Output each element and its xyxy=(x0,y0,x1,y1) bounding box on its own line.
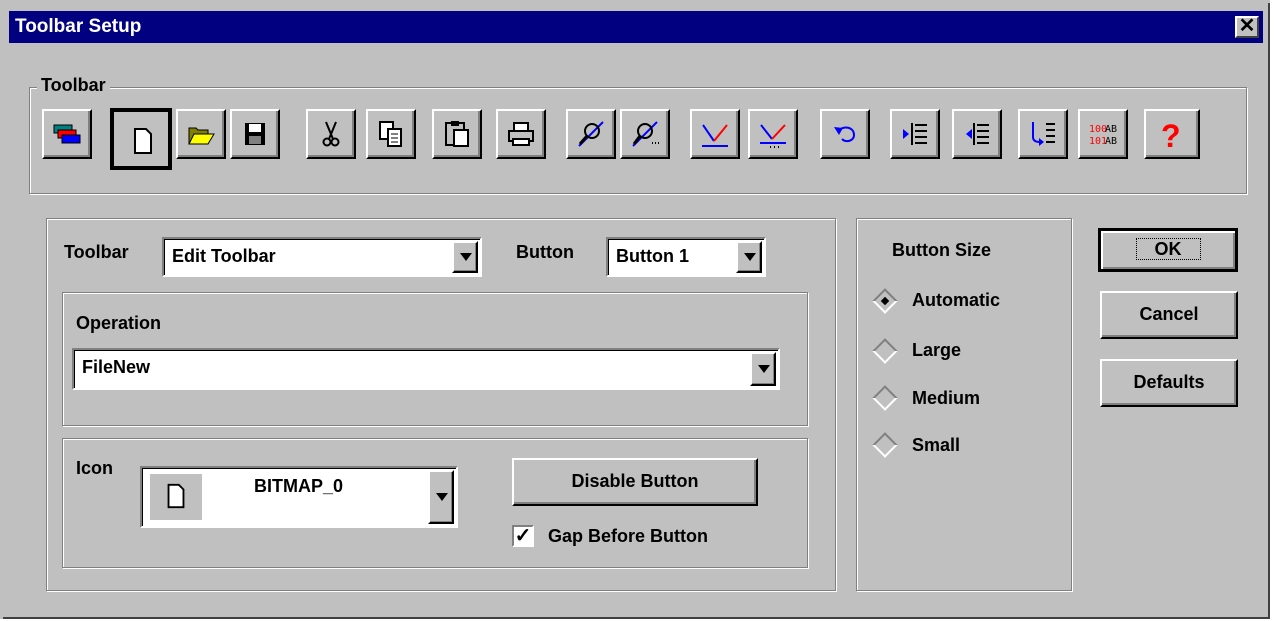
toolbar-button-connect[interactable] xyxy=(690,109,740,159)
file-save-icon xyxy=(245,123,265,145)
defaults-button[interactable]: Defaults xyxy=(1100,359,1238,407)
toolbar-button-file-new[interactable] xyxy=(110,108,172,170)
button-select-label: Button xyxy=(516,242,574,262)
cancel-button-label: Cancel xyxy=(1139,304,1199,324)
close-icon: ✕ xyxy=(1238,15,1256,37)
toolbar-button-zoom-more[interactable] xyxy=(620,109,670,159)
zoom-icon xyxy=(578,121,604,147)
file-new-icon xyxy=(167,483,185,509)
chevron-down-icon[interactable] xyxy=(428,470,454,524)
toolbar-button-file-open[interactable] xyxy=(176,109,226,159)
toolbar-button-print[interactable] xyxy=(496,109,546,159)
toolbar-select-label: Toolbar xyxy=(64,242,129,262)
operation-select[interactable]: FileNew xyxy=(72,348,780,390)
icon-label: Icon xyxy=(76,458,114,478)
toolbar-button-file-save[interactable] xyxy=(230,109,280,159)
radio-automatic-label: Automatic xyxy=(912,290,1001,310)
hex-ascii-icon: 100 101 AB AB xyxy=(1089,124,1117,147)
toolbar-select[interactable]: Edit Toolbar xyxy=(162,237,482,277)
toolbar-button-help[interactable]: ? xyxy=(1144,109,1200,159)
operation-select-value: FileNew xyxy=(82,357,151,377)
outdent-icon xyxy=(966,123,989,145)
icon-select-value: BITMAP_0 xyxy=(254,476,344,496)
toolbar-button-paste[interactable] xyxy=(432,109,482,159)
toolbar-select-value: Edit Toolbar xyxy=(172,246,276,266)
radio-small-label: Small xyxy=(912,435,961,455)
button-size-label: Button Size xyxy=(892,240,991,260)
toolbar-button-outdent[interactable] xyxy=(952,109,1002,159)
toolbar-button-undo[interactable] xyxy=(820,109,870,159)
button-select[interactable]: Button 1 xyxy=(606,237,766,277)
print-icon xyxy=(508,122,534,146)
undo-icon xyxy=(834,126,856,143)
ok-button[interactable]: OK xyxy=(1098,228,1238,272)
chevron-down-icon[interactable] xyxy=(452,241,478,273)
paste-icon xyxy=(445,121,469,147)
cut-icon xyxy=(322,121,340,147)
toolbar-button-branch-list[interactable] xyxy=(1018,109,1068,159)
svg-text:AB: AB xyxy=(1105,136,1117,147)
toolbar-preview-label: Toolbar xyxy=(37,75,110,96)
gap-before-button-label: Gap Before Button xyxy=(548,526,708,546)
toolbar-button-zoom[interactable] xyxy=(566,109,616,159)
zoom-more-icon xyxy=(632,121,659,147)
toolbar-button-edit-toolbar[interactable] xyxy=(42,109,92,159)
toolbar-button-hex-ascii[interactable]: 100 101 AB AB xyxy=(1078,109,1128,159)
ok-button-label: OK xyxy=(1135,238,1201,260)
help-icon: ? xyxy=(1161,119,1181,149)
icon-select[interactable]: BITMAP_0 xyxy=(140,466,458,528)
file-open-icon xyxy=(188,127,215,145)
toolbar-button-connect-more[interactable] xyxy=(748,109,798,159)
window-title: Toolbar Setup xyxy=(15,16,142,37)
toolbar-button-copy[interactable] xyxy=(366,109,416,159)
edit-toolbar-icon xyxy=(53,124,81,144)
button-select-value: Button 1 xyxy=(616,246,689,266)
indent-icon xyxy=(903,123,927,145)
file-new-icon xyxy=(134,128,152,154)
chevron-down-icon[interactable] xyxy=(736,241,762,273)
icon-preview xyxy=(150,474,202,520)
branch-list-icon xyxy=(1032,122,1055,146)
radio-medium-label: Medium xyxy=(912,388,981,408)
connect-icon xyxy=(702,124,728,147)
svg-text:?: ? xyxy=(1161,119,1181,149)
toolbar-button-indent[interactable] xyxy=(890,109,940,159)
copy-icon xyxy=(379,121,402,147)
cancel-button[interactable]: Cancel xyxy=(1100,291,1238,339)
title-bar: Toolbar Setup ✕ xyxy=(9,11,1263,43)
gap-before-button-checkbox[interactable]: ✓ xyxy=(512,525,534,547)
svg-text:AB: AB xyxy=(1105,124,1117,135)
close-button[interactable]: ✕ xyxy=(1235,16,1259,38)
radio-large-label: Large xyxy=(912,340,962,360)
chevron-down-icon[interactable] xyxy=(750,352,776,386)
defaults-button-label: Defaults xyxy=(1133,372,1205,392)
disable-button[interactable]: Disable Button xyxy=(512,458,758,506)
connect-more-icon xyxy=(760,124,786,148)
disable-button-label: Disable Button xyxy=(571,471,699,491)
toolbar-button-cut[interactable] xyxy=(306,109,356,159)
operation-label: Operation xyxy=(76,313,162,333)
